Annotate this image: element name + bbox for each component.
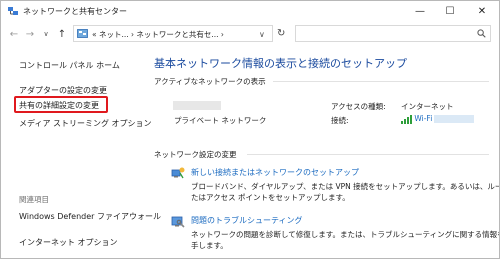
- sidebar-control-panel-home[interactable]: コントロール パネル ホーム: [19, 60, 120, 71]
- connection-label: 接続:: [331, 116, 349, 125]
- task-description: ブロードバンド、ダイヤルアップ、または VPN 接続をセットアップします。あるい…: [191, 182, 500, 191]
- up-button[interactable]: ↑: [55, 27, 69, 41]
- page-title: 基本ネットワーク情報の表示と接続のセットアップ: [154, 57, 407, 70]
- window: ネットワークと共有センター — ☐ ✕ ← → ∨ ↑ « ネット... › ネ…: [0, 0, 500, 259]
- back-button[interactable]: ←: [7, 27, 21, 41]
- task-description: 手します。: [191, 241, 228, 250]
- navigation-bar: ← → ∨ ↑ « ネット... › ネットワークと共有セ... › ∨ ↻: [1, 23, 499, 45]
- control-panel-icon: [77, 29, 88, 38]
- troubleshoot-icon: [171, 216, 185, 228]
- network-setup-icon: [171, 167, 185, 179]
- network-name-redacted: [173, 101, 221, 110]
- close-button[interactable]: ✕: [467, 1, 497, 21]
- wifi-link-text[interactable]: Wi-Fi: [414, 114, 432, 123]
- address-dropdown-button[interactable]: ∨: [259, 30, 265, 39]
- task-description: ネットワークの問題を診断して修復します。または、トラブルシューティングに関する情…: [191, 230, 500, 239]
- active-networks-header: アクティブなネットワークの表示: [154, 77, 266, 86]
- search-icon: [477, 29, 486, 38]
- minimize-button[interactable]: —: [405, 1, 435, 21]
- ssid-redacted: [434, 115, 475, 123]
- window-title: ネットワークと共有センター: [23, 7, 127, 16]
- title-bar: ネットワークと共有センター — ☐ ✕: [1, 1, 499, 21]
- wifi-signal-icon: [401, 114, 412, 124]
- divider: [247, 154, 489, 155]
- search-input[interactable]: [295, 25, 491, 42]
- divider: [273, 81, 489, 82]
- network-type: プライベート ネットワーク: [174, 116, 267, 125]
- forward-button[interactable]: →: [23, 27, 37, 41]
- network-center-icon: [8, 7, 18, 15]
- sidebar-item-adapter-settings[interactable]: アダプターの設定の変更: [19, 85, 107, 96]
- address-bar[interactable]: « ネット... › ネットワークと共有セ... ›: [73, 25, 273, 42]
- sidebar-item-firewall[interactable]: Windows Defender ファイアウォール: [19, 211, 161, 222]
- change-settings-header: ネットワーク設定の変更: [154, 150, 237, 159]
- connection-link[interactable]: Wi-Fi: [401, 114, 475, 124]
- breadcrumb[interactable]: « ネット... › ネットワークと共有セ... ›: [92, 29, 224, 40]
- sidebar-item-internet-options[interactable]: インターネット オプション: [19, 237, 118, 248]
- maximize-button[interactable]: ☐: [435, 1, 465, 21]
- refresh-button[interactable]: ↻: [277, 28, 285, 39]
- sidebar-item-advanced-sharing[interactable]: 共有の詳細設定の変更: [19, 100, 99, 111]
- task-description: たはアクセス ポイントをセットアップします。: [191, 193, 350, 202]
- troubleshoot-link[interactable]: 問題のトラブルシューティング: [191, 215, 303, 226]
- recent-locations-button[interactable]: ∨: [39, 27, 53, 41]
- sidebar-item-media-streaming[interactable]: メディア ストリーミング オプション: [19, 118, 152, 129]
- access-type-label: アクセスの種類:: [331, 102, 386, 111]
- access-type-value: インターネット: [401, 102, 454, 111]
- new-connection-setup-link[interactable]: 新しい接続またはネットワークのセットアップ: [191, 167, 359, 178]
- related-header: 関連項目: [19, 195, 49, 204]
